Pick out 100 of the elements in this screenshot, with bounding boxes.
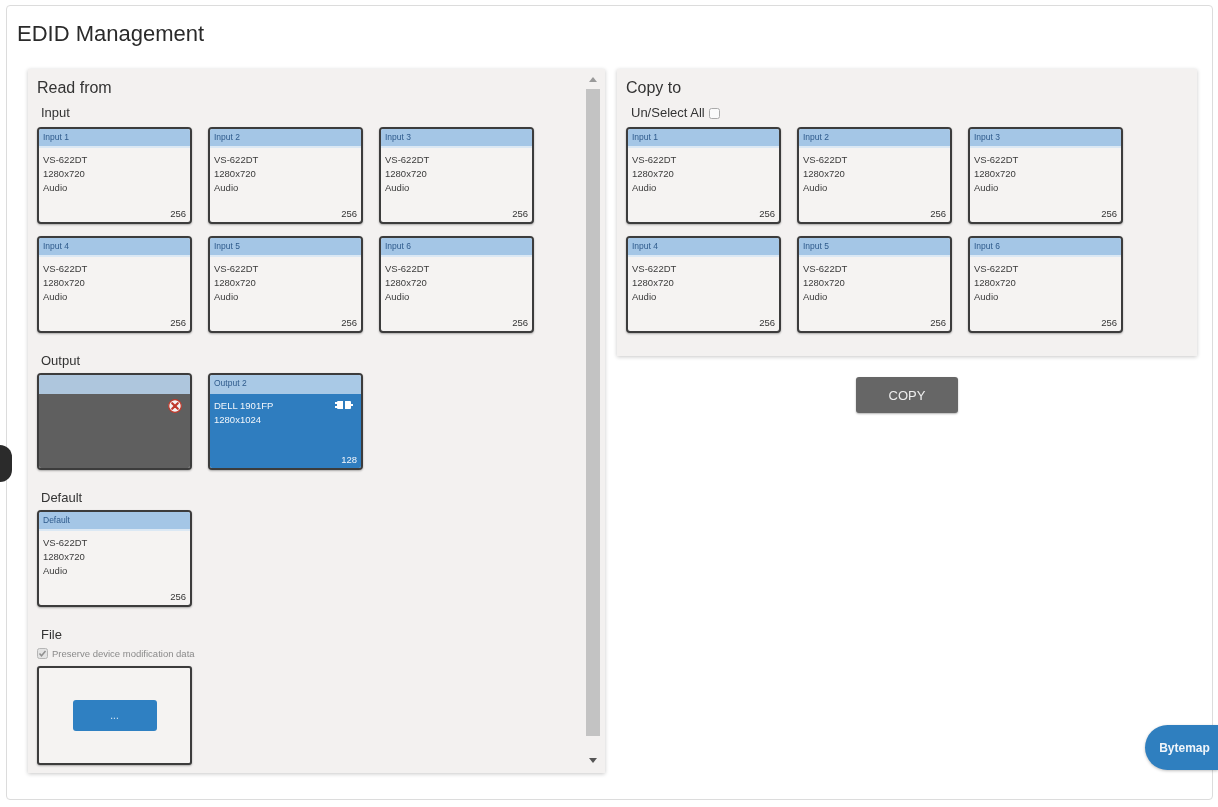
browse-button[interactable]: ...	[72, 700, 157, 731]
card-header: Output 2	[210, 375, 361, 394]
card-size: 256	[170, 591, 186, 603]
card-size: 256	[170, 208, 186, 220]
card-header: Input 6	[381, 238, 532, 257]
card-text: Audio	[43, 290, 68, 304]
card-header: Input 1	[628, 129, 779, 148]
edid-card[interactable]: Input 3 VS-622DT 1280x720 Audio 256	[379, 127, 534, 224]
bytemap-button[interactable]: Bytemap	[1145, 725, 1218, 770]
scrollbar-thumb[interactable]	[586, 89, 600, 736]
card-text: VS-622DT	[43, 262, 88, 276]
card-text: VS-622DT	[214, 262, 259, 276]
card-text: 1280x720	[214, 276, 256, 290]
card-size: 256	[1101, 208, 1117, 220]
card-text: VS-622DT	[214, 153, 259, 167]
copy-button[interactable]: COPY	[856, 377, 958, 413]
checkbox-label: Un/Select All	[631, 105, 705, 121]
card-text: 1280x720	[803, 167, 845, 181]
edid-card[interactable]: Input 4 VS-622DT 1280x720 Audio 256	[37, 236, 192, 333]
card-header: Input 4	[628, 238, 779, 257]
card-header: Input 4	[39, 238, 190, 257]
card-size: 128	[341, 454, 357, 466]
card-header: Input 1	[39, 129, 190, 148]
card-text: 1280x1024	[214, 413, 262, 427]
card-text: 1280x720	[803, 276, 845, 290]
card-text: Audio	[214, 181, 239, 195]
card-text: Audio	[385, 181, 410, 195]
card-header: Default	[39, 512, 190, 531]
card-text: Audio	[43, 564, 68, 578]
card-size: 256	[1101, 317, 1117, 329]
edid-card[interactable]: Input 2 VS-622DT 1280x720 Audio 256	[797, 127, 952, 224]
card-text: Audio	[385, 290, 410, 304]
card-text: VS-622DT	[974, 262, 1019, 276]
card-text: Audio	[632, 290, 657, 304]
checkbox[interactable]	[708, 107, 720, 119]
card-text: 1280x720	[214, 167, 256, 181]
card-header: Input 2	[210, 129, 361, 148]
edid-card[interactable]: Input 3 VS-622DT 1280x720 Audio 256	[968, 127, 1123, 224]
card-text: 1280x720	[43, 550, 85, 564]
side-handle[interactable]	[0, 445, 12, 482]
edid-card[interactable]: Input 2 VS-622DT 1280x720 Audio 256	[208, 127, 363, 224]
edid-card[interactable]: Input 6 VS-622DT 1280x720 Audio 256	[968, 236, 1123, 333]
edid-card[interactable]: Input 1 VS-622DT 1280x720 Audio 256	[626, 127, 781, 224]
card-size: 256	[512, 208, 528, 220]
scroll-up-icon[interactable]	[589, 77, 597, 82]
card-text: Audio	[43, 181, 68, 195]
section-heading: Input	[41, 105, 71, 121]
card-text: Audio	[214, 290, 239, 304]
card-size: 256	[759, 208, 775, 220]
section-heading: Default	[41, 490, 84, 506]
card-text: 1280x720	[632, 276, 674, 290]
edid-card[interactable]: Input 4 VS-622DT 1280x720 Audio 256	[626, 236, 781, 333]
edid-card[interactable]: Input 1 VS-622DT 1280x720 Audio 256	[37, 127, 192, 224]
card-text: VS-622DT	[974, 153, 1019, 167]
checkbox-label: Preserve device modification data	[52, 647, 195, 659]
card-text: 1280x720	[43, 167, 85, 181]
card-text: VS-622DT	[632, 262, 677, 276]
card-size: 256	[341, 208, 357, 220]
card-text: Audio	[632, 181, 657, 195]
card-text: Audio	[803, 290, 828, 304]
card-text: 1280x720	[43, 276, 85, 290]
card-text: VS-622DT	[43, 536, 88, 550]
card-text: Audio	[974, 181, 999, 195]
edid-card[interactable]: Output 2 DELL 1901FP 1280x1024 128	[208, 373, 363, 470]
edid-card[interactable]: Default VS-622DT 1280x720 Audio 256	[37, 510, 192, 607]
section-heading: Output	[41, 353, 82, 369]
card-header: Input 5	[210, 238, 361, 257]
card-size: 256	[512, 317, 528, 329]
card-header: Input 6	[970, 238, 1121, 257]
card-text: Audio	[803, 181, 828, 195]
panel-title: Read from	[37, 78, 113, 98]
card-text: VS-622DT	[803, 153, 848, 167]
card-text: VS-622DT	[385, 153, 430, 167]
card-header: Input 2	[799, 129, 950, 148]
card-header: Input 5	[799, 238, 950, 257]
section-heading: File	[41, 627, 63, 643]
x-circle-icon	[168, 399, 182, 413]
card-text: VS-622DT	[632, 153, 677, 167]
page-title: EDID Management	[17, 20, 206, 48]
card-text: 1280x720	[974, 167, 1016, 181]
card-text: 1280x720	[632, 167, 674, 181]
edid-card[interactable]: Input 6 VS-622DT 1280x720 Audio 256	[379, 236, 534, 333]
card-text: 1280x720	[974, 276, 1016, 290]
card-header: Input 3	[381, 129, 532, 148]
edid-card[interactable]: Input 5 VS-622DT 1280x720 Audio 256	[797, 236, 952, 333]
edid-card[interactable]	[37, 373, 192, 470]
card-size: 256	[930, 208, 946, 220]
edid-card[interactable]: Input 5 VS-622DT 1280x720 Audio 256	[208, 236, 363, 333]
card-text: VS-622DT	[385, 262, 430, 276]
card-text: 1280x720	[385, 167, 427, 181]
card-size: 256	[759, 317, 775, 329]
card-header: Input 3	[970, 129, 1121, 148]
plug-icon	[335, 400, 353, 410]
card-text: VS-622DT	[43, 153, 88, 167]
card-size: 256	[930, 317, 946, 329]
card-size: 256	[170, 317, 186, 329]
panel-title: Copy to	[626, 78, 683, 98]
card-text: VS-622DT	[803, 262, 848, 276]
card-text: DELL 1901FP	[214, 399, 274, 413]
scroll-down-icon[interactable]	[589, 758, 597, 763]
